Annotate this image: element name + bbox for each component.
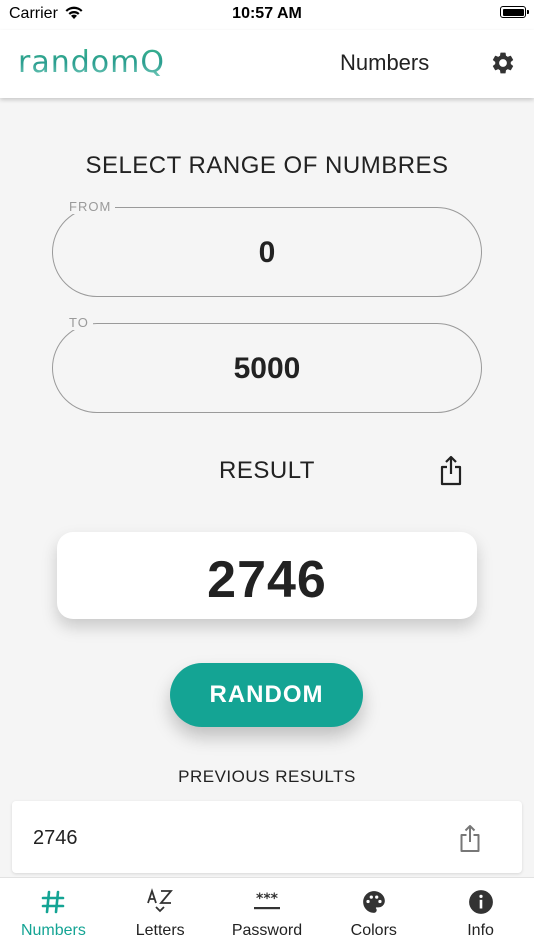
battery-icon — [500, 6, 529, 18]
randomq-logo: randomQ — [18, 44, 165, 80]
app-bar: randomQ Numbers — [0, 30, 534, 98]
share-icon[interactable] — [458, 824, 482, 854]
list-item: 2746 — [12, 801, 522, 873]
range-title: SELECT RANGE OF NUMBRES — [85, 152, 449, 179]
tab-bar: Numbers Letters *** Password Colors Info — [0, 877, 534, 951]
tab-info[interactable]: Info — [427, 878, 534, 951]
az-sort-icon — [107, 888, 214, 916]
previous-results-title: PREVIOUS RESULTS — [178, 767, 356, 786]
password-icon: *** — [214, 888, 321, 916]
tab-label: Letters — [135, 922, 185, 939]
to-field[interactable]: TO 5000 — [52, 315, 482, 413]
status-bar: Carrier 10:57 AM — [0, 0, 534, 30]
result-card: 2746 — [57, 532, 477, 619]
tab-password[interactable]: *** Password — [214, 878, 321, 951]
page-title: Numbers — [340, 50, 430, 75]
to-input[interactable]: 5000 — [53, 352, 481, 386]
previous-result-value: 2746 — [33, 827, 78, 849]
from-label: FROM — [65, 199, 116, 214]
svg-text:***: *** — [256, 891, 279, 907]
palette-icon — [320, 888, 427, 916]
tab-label: Info — [467, 922, 494, 939]
tab-label: Password — [231, 922, 303, 939]
info-icon — [427, 888, 534, 916]
logo-text: randomQ — [18, 44, 165, 80]
random-button[interactable]: RANDOM — [170, 663, 363, 727]
from-input[interactable]: 0 — [53, 236, 481, 270]
hash-icon — [0, 888, 107, 916]
share-icon[interactable] — [438, 455, 464, 487]
from-field[interactable]: FROM 0 — [52, 199, 482, 297]
gear-icon[interactable] — [490, 50, 516, 76]
tab-letters[interactable]: Letters — [107, 878, 214, 951]
clock: 10:57 AM — [232, 5, 302, 22]
tab-label: Colors — [350, 922, 397, 939]
tab-numbers[interactable]: Numbers — [0, 878, 107, 951]
result-value: 2746 — [207, 551, 327, 609]
tab-colors[interactable]: Colors — [320, 878, 427, 951]
tab-label: Numbers — [20, 922, 86, 939]
to-label: TO — [65, 315, 93, 330]
